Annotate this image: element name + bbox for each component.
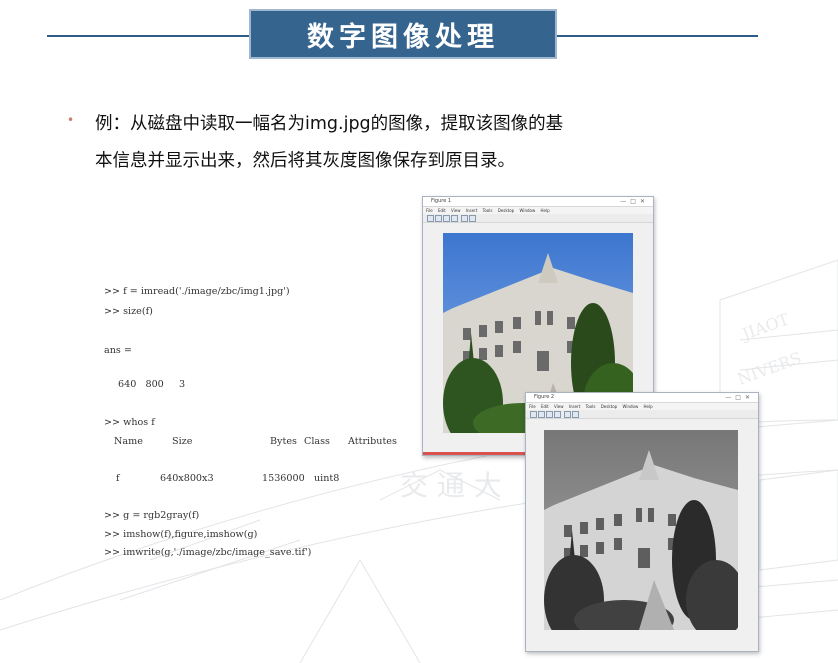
figure-2-toolbar (526, 410, 758, 419)
grayscale-building-image (544, 430, 738, 630)
console-line: >> size(f) (104, 306, 153, 317)
whos-cell: uint8 (314, 473, 340, 484)
menu-window[interactable]: Window (622, 404, 638, 409)
svg-text:NIVERS: NIVERS (735, 348, 804, 389)
save-icon[interactable] (546, 411, 553, 418)
menu-window[interactable]: Window (519, 208, 535, 213)
figure-2-menubar: File Edit View Insert Tools Desktop Wind… (526, 403, 758, 410)
whos-header: Size (172, 436, 193, 447)
figure-1-toolbar (423, 214, 653, 223)
zoom-in-icon[interactable] (564, 411, 571, 418)
whos-header: Bytes (270, 436, 297, 447)
console-line: ans = (104, 345, 132, 356)
menu-insert[interactable]: Insert (569, 404, 580, 409)
figure-2-titlebar[interactable]: Figure 2 —□✕ (526, 393, 758, 403)
menu-file[interactable]: File (529, 404, 536, 409)
page-title: 数字图像处理 (307, 21, 499, 53)
zoom-out-icon[interactable] (469, 215, 476, 222)
figure-1-titlebar[interactable]: Figure 1 —□✕ (423, 197, 653, 207)
console-line: >> imshow(f),figure,imshow(g) (104, 529, 258, 540)
save-icon[interactable] (443, 215, 450, 222)
print-icon[interactable] (554, 411, 561, 418)
console-line: >> imwrite(g,'./image/zbc/image_save.tif… (104, 547, 312, 558)
description-line-1: 例：从磁盘中读取一幅名为img.jpg的图像，提取该图像的基 (95, 114, 564, 134)
menu-insert[interactable]: Insert (466, 208, 477, 213)
zoom-out-icon[interactable] (572, 411, 579, 418)
console-line: >> f = imread('./image/zbc/img1.jpg') (104, 286, 290, 297)
new-figure-icon[interactable] (427, 215, 434, 222)
menu-desktop[interactable]: Desktop (601, 404, 618, 409)
window-controls[interactable]: —□✕ (620, 197, 649, 206)
menu-view[interactable]: View (451, 208, 461, 213)
console-line: 640 800 3 (118, 379, 186, 390)
menu-view[interactable]: View (554, 404, 564, 409)
new-figure-icon[interactable] (530, 411, 537, 418)
whos-header: Class (304, 436, 330, 447)
open-icon[interactable] (538, 411, 545, 418)
print-icon[interactable] (451, 215, 458, 222)
whos-cell: 1536000 (262, 473, 305, 484)
title-banner: 数字图像处理 (249, 9, 557, 59)
menu-tools[interactable]: Tools (586, 404, 596, 409)
menu-help[interactable]: Help (644, 404, 653, 409)
window-controls[interactable]: —□✕ (725, 393, 754, 402)
menu-help[interactable]: Help (541, 208, 550, 213)
title-line-right (556, 35, 758, 37)
menu-file[interactable]: File (426, 208, 433, 213)
menu-desktop[interactable]: Desktop (498, 208, 515, 213)
figure-1-title: Figure 1 (431, 198, 452, 204)
figure-2-title: Figure 2 (534, 394, 555, 400)
zoom-in-icon[interactable] (461, 215, 468, 222)
example-description: 例：从磁盘中读取一幅名为img.jpg的图像，提取该图像的基 本信息并显示出来，… (95, 106, 695, 180)
whos-header: Attributes (348, 436, 397, 447)
svg-text:JIAOT: JIAOT (738, 309, 792, 344)
title-line-left (47, 35, 250, 37)
figure-1-menubar: File Edit View Insert Tools Desktop Wind… (423, 207, 653, 214)
whos-cell: 640x800x3 (160, 473, 214, 484)
menu-edit[interactable]: Edit (438, 208, 446, 213)
open-icon[interactable] (435, 215, 442, 222)
console-line: >> g = rgb2gray(f) (104, 510, 200, 521)
menu-tools[interactable]: Tools (483, 208, 493, 213)
figure-2-window[interactable]: Figure 2 —□✕ File Edit View Insert Tools… (525, 392, 759, 652)
menu-edit[interactable]: Edit (541, 404, 549, 409)
console-line: >> whos f (104, 417, 155, 428)
whos-header: Name (114, 436, 143, 447)
svg-text:交 通 大: 交 通 大 (400, 469, 502, 502)
whos-cell: f (116, 473, 120, 484)
description-line-2: 本信息并显示出来，然后将其灰度图像保存到原目录。 (95, 151, 515, 171)
bullet-marker: • (67, 113, 75, 127)
